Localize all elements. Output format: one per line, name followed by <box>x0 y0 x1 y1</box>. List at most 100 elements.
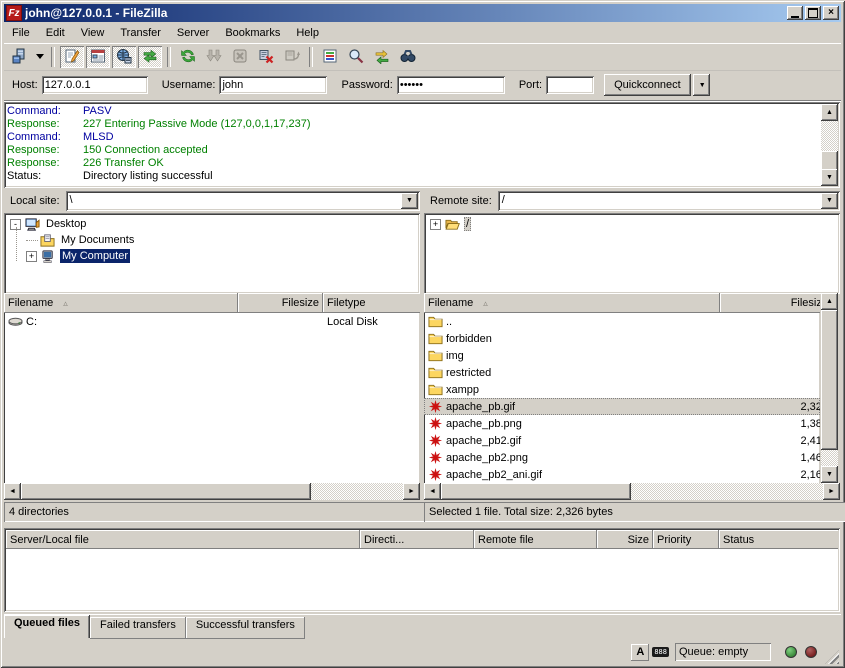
local-horizontal-scrollbar[interactable]: ◄ ► <box>4 483 420 500</box>
menu-item-transfer[interactable]: Transfer <box>112 25 169 41</box>
menu-item-file[interactable]: File <box>4 25 38 41</box>
menu-item-server[interactable]: Server <box>169 25 217 41</box>
remote-tree-item[interactable]: +/ <box>424 216 840 232</box>
local-tree-item[interactable]: +My Computer <box>4 248 420 264</box>
remote-file-row[interactable]: img <box>424 347 820 364</box>
image-file-icon <box>428 433 443 448</box>
toggle-local-tree-icon <box>90 48 106 67</box>
file-size-cell <box>720 313 820 330</box>
remote-horizontal-scrollbar[interactable]: ◄ ► <box>424 483 840 500</box>
menu-item-bookmarks[interactable]: Bookmarks <box>217 25 288 41</box>
remote-file-row[interactable]: apache_pb.gif2,326 <box>424 398 820 415</box>
remote-file-row[interactable]: xampp <box>424 381 820 398</box>
toggle-transfer-queue-button[interactable] <box>138 46 162 68</box>
remote-file-row[interactable]: apache_pb2.gif2,414 <box>424 432 820 449</box>
column-header-priority[interactable]: Priority <box>653 530 719 549</box>
tab-failed-transfers[interactable]: Failed transfers <box>90 617 186 639</box>
menu-item-edit[interactable]: Edit <box>38 25 73 41</box>
tab-successful-transfers[interactable]: Successful transfers <box>186 617 305 639</box>
username-input[interactable] <box>219 76 327 94</box>
queue-size-panel: Queue: empty <box>675 643 771 661</box>
quickconnect-button[interactable]: Quickconnect <box>604 74 691 96</box>
scrollbar-thumb[interactable] <box>21 483 311 500</box>
expand-icon[interactable]: + <box>430 219 441 230</box>
column-header-filename[interactable]: Filename▵ <box>424 293 720 313</box>
scroll-right-icon[interactable]: ► <box>823 483 840 500</box>
remote-site-combo[interactable]: / ▼ <box>498 191 840 211</box>
column-header-server-local-file[interactable]: Server/Local file <box>6 530 360 549</box>
local-site-bar: Local site: \ ▼ <box>4 190 420 211</box>
maximize-button[interactable] <box>805 6 821 20</box>
menu-item-help[interactable]: Help <box>288 25 327 41</box>
remote-file-row[interactable]: apache_pb2.png1,463 <box>424 449 820 466</box>
port-input[interactable] <box>546 76 594 94</box>
file-cell: Local Disk <box>323 313 420 330</box>
message-log-scrollbar[interactable]: ▲ ▼ <box>821 104 838 186</box>
local-site-value: \ <box>70 194 73 206</box>
site-manager-dropdown-button[interactable] <box>33 46 46 68</box>
scrollbar-thumb[interactable] <box>441 483 631 500</box>
remote-file-row[interactable]: forbidden <box>424 330 820 347</box>
scroll-left-icon[interactable]: ◄ <box>424 483 441 500</box>
file-size-text: 2,160 <box>800 469 820 481</box>
remote-file-row[interactable]: .. <box>424 313 820 330</box>
toggle-message-log-button[interactable] <box>60 46 84 68</box>
host-input[interactable] <box>42 76 148 94</box>
transfer-type-icon[interactable]: A <box>631 644 649 661</box>
sort-ascending-icon: ▵ <box>63 298 68 309</box>
column-header-status[interactable]: Status <box>719 530 838 549</box>
file-size-cell <box>720 330 820 347</box>
column-header-filetype[interactable]: Filetype <box>323 293 420 313</box>
minimize-button[interactable] <box>787 6 803 20</box>
scroll-up-icon[interactable]: ▲ <box>821 104 838 121</box>
file-cell-text: Local Disk <box>327 316 378 328</box>
scroll-up-icon[interactable]: ▲ <box>821 293 838 310</box>
menu-item-view[interactable]: View <box>73 25 113 41</box>
quickconnect-dropdown-button[interactable]: ▼ <box>693 74 710 96</box>
scroll-left-icon[interactable]: ◄ <box>4 483 21 500</box>
scrollbar-thumb[interactable] <box>821 310 838 450</box>
password-input[interactable] <box>397 76 505 94</box>
toolbar-separator <box>167 47 171 67</box>
disconnect-button[interactable] <box>254 46 278 68</box>
site-manager-button[interactable] <box>7 46 31 68</box>
remote-vertical-scrollbar[interactable]: ▲ ▼ <box>821 293 838 483</box>
column-header-filesize[interactable]: Filesize <box>238 293 323 313</box>
column-header-label: Directi... <box>364 534 404 546</box>
local-tree-item[interactable]: My Documents <box>4 232 420 248</box>
chevron-down-icon[interactable]: ▼ <box>401 193 418 209</box>
synchronized-browsing-button[interactable] <box>370 46 394 68</box>
column-header-label: Server/Local file <box>10 534 89 546</box>
expand-icon[interactable]: + <box>26 251 37 262</box>
toggle-remote-tree-button[interactable] <box>112 46 136 68</box>
tab-queued-files[interactable]: Queued files <box>4 615 90 638</box>
remote-file-row[interactable]: apache_pb.png1,385 <box>424 415 820 432</box>
refresh-button[interactable] <box>176 46 200 68</box>
file-name-text: forbidden <box>446 333 492 345</box>
speed-limit-icon[interactable]: 888 <box>652 647 669 657</box>
column-header-size[interactable]: Size <box>597 530 653 549</box>
remote-file-row[interactable]: restricted <box>424 364 820 381</box>
local-tree-item[interactable]: -Desktop <box>4 216 420 232</box>
close-button[interactable]: × <box>823 6 839 20</box>
chevron-down-icon[interactable]: ▼ <box>821 193 838 209</box>
log-line: Response:226 Transfer OK <box>7 157 820 170</box>
filter-button[interactable] <box>318 46 342 68</box>
file-cell <box>238 313 323 330</box>
column-header-remote-file[interactable]: Remote file <box>474 530 597 549</box>
local-site-combo[interactable]: \ ▼ <box>66 191 420 211</box>
file-name-text: apache_pb2_ani.gif <box>446 469 542 481</box>
toggle-local-tree-button[interactable] <box>86 46 110 68</box>
column-header-filesize[interactable]: Filesize <box>720 293 820 313</box>
scroll-down-icon[interactable]: ▼ <box>821 466 838 483</box>
scroll-down-icon[interactable]: ▼ <box>821 169 838 186</box>
remote-file-row[interactable]: apache_pb2_ani.gif 2,160 <box>424 466 820 483</box>
directory-comparison-button[interactable] <box>344 46 368 68</box>
scroll-right-icon[interactable]: ► <box>403 483 420 500</box>
scrollbar-thumb[interactable] <box>821 151 838 171</box>
resize-grip-icon[interactable] <box>825 650 839 664</box>
column-header-directi-[interactable]: Directi... <box>360 530 474 549</box>
column-header-filename[interactable]: Filename▵ <box>4 293 238 313</box>
find-files-button[interactable] <box>396 46 420 68</box>
local-file-row[interactable]: C:Local Disk <box>4 313 420 330</box>
